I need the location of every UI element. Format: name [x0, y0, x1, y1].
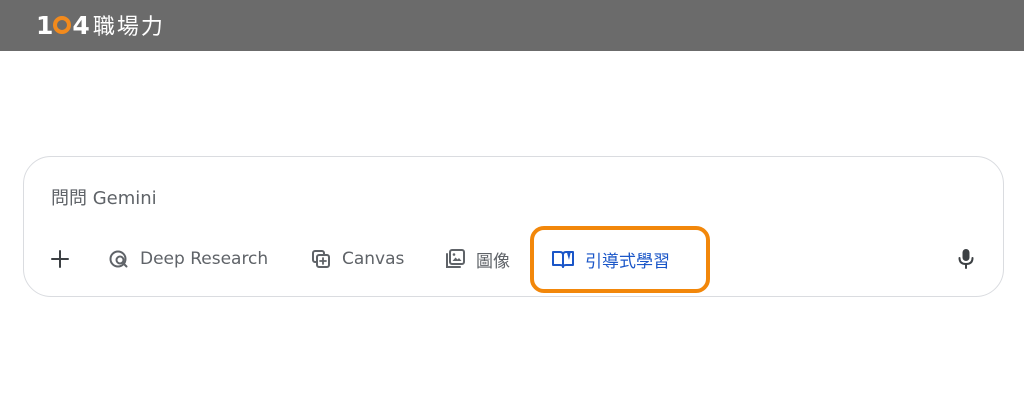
canvas-icon	[312, 250, 330, 268]
image-button[interactable]: 圖像	[444, 245, 510, 273]
microphone-icon	[958, 249, 974, 269]
logo-104: 1 4	[36, 10, 90, 40]
logo-digit-one: 1	[36, 10, 53, 40]
open-book-icon	[552, 251, 574, 268]
canvas-button[interactable]: Canvas	[310, 245, 404, 273]
brand-name: 職場力	[92, 15, 165, 40]
guided-learning-button[interactable]: 引導式學習	[551, 245, 670, 273]
plus-icon	[51, 250, 69, 268]
canvas-label: Canvas	[342, 249, 405, 269]
prompt-composer[interactable]: 問問 Gemini Deep Research Canvas 圖像 引導式學習	[23, 156, 1004, 297]
logo-digit-four: 4	[72, 10, 89, 40]
logo-ring-icon	[53, 16, 72, 34]
deep-research-label: Deep Research	[140, 249, 269, 269]
composer-toolbar: Deep Research Canvas 圖像 引導式學習	[24, 157, 1003, 296]
brand-logo[interactable]: 1 4 職場力	[36, 10, 165, 41]
add-button[interactable]	[49, 245, 71, 273]
deep-research-icon	[109, 250, 128, 268]
guided-learning-label: 引導式學習	[585, 251, 670, 272]
microphone-button[interactable]	[956, 245, 976, 273]
top-bar: 1 4 職場力	[0, 0, 1024, 51]
deep-research-button[interactable]: Deep Research	[108, 245, 268, 273]
image-gallery-icon	[446, 249, 465, 268]
image-label: 圖像	[476, 251, 510, 272]
